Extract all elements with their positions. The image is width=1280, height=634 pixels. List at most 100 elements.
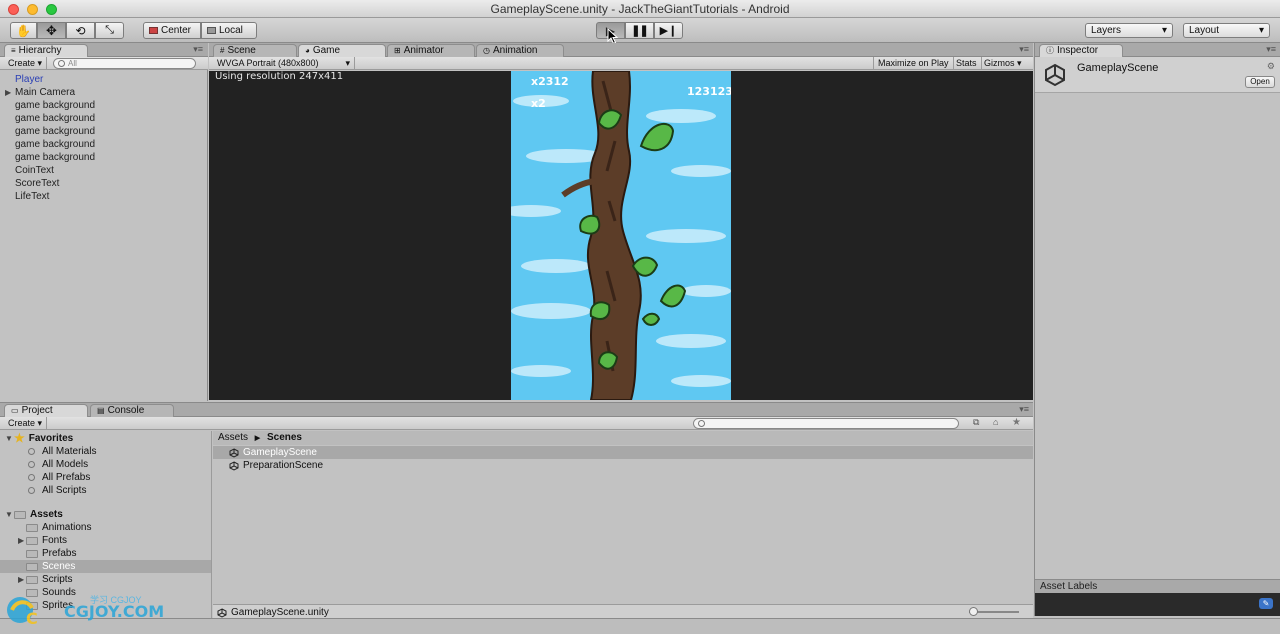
unity-scene-icon [1045,63,1065,87]
rotate-tool-button[interactable]: ⟲ [66,22,95,39]
unity-scene-icon [229,460,239,471]
pivot-space-toggle[interactable]: Local [201,22,257,39]
coin-count-text: x2312 [531,75,569,88]
breadcrumb-scenes[interactable]: Scenes [267,432,302,443]
project-create-button[interactable]: Create ▾ [4,417,48,430]
folder-scenes[interactable]: Scenes [26,560,75,573]
hierarchy-item-score-text[interactable]: ScoreText [15,177,59,190]
layers-dropdown[interactable]: Layers ▾ [1085,23,1173,38]
folder-label: Scripts [42,574,73,585]
hierarchy-create-button[interactable]: Create ▾ [4,57,48,70]
tab-hierarchy[interactable]: ≡ Hierarchy [4,44,88,57]
hierarchy-item-coin-text[interactable]: CoinText [15,164,54,177]
hierarchy-item-life-text[interactable]: LifeText [15,190,49,203]
hierarchy-tabstrip: ≡ Hierarchy ▾≡ [0,43,208,57]
tab-animation[interactable]: ◷ Animation [476,44,564,57]
tab-scene[interactable]: # Scene [213,44,297,57]
game-viewport[interactable]: Using resolution 247x411 x2312 x2 123123 [209,71,1033,400]
step-button[interactable]: ▶❙ [654,22,683,39]
slider-handle[interactable] [969,607,978,616]
move-tool-button[interactable]: ✥ [37,22,66,39]
scale-tool-button[interactable]: ⤡ [95,22,124,39]
folder-prefabs[interactable]: Prefabs [26,547,76,560]
hierarchy-item-player[interactable]: Player [15,73,43,86]
file-gameplay-scene[interactable]: GameplayScene [229,446,317,459]
tab-label: Project [21,405,53,416]
selected-file-highlight [213,446,1033,459]
console-icon: ▤ [97,406,105,415]
assets-node[interactable]: Assets [14,508,63,521]
stats-label: Stats [956,58,977,68]
favorite-all-materials[interactable]: All Materials [28,445,96,458]
inspector-tabstrip: ⓘ Inspector ▾≡ [1035,43,1280,57]
file-label: GameplayScene [243,447,317,458]
panel-menu-icon[interactable]: ▾≡ [193,44,203,55]
panel-menu-icon[interactable]: ▾≡ [1019,404,1029,415]
favorite-all-scripts[interactable]: All Scripts [28,484,86,497]
breadcrumb: Assets ▶ Scenes [213,431,1033,445]
life-count-text: x2 [531,97,546,110]
favorite-all-prefabs[interactable]: All Prefabs [28,471,90,484]
unity-scene-icon [217,607,227,618]
stats-toggle[interactable]: Stats [952,57,982,70]
expand-arrow-icon[interactable]: ▶ [18,575,24,584]
collapse-arrow-icon[interactable]: ▼ [5,510,13,519]
project-search-input[interactable] [693,418,959,429]
panel-menu-icon[interactable]: ▾≡ [1266,44,1276,55]
tab-inspector[interactable]: ⓘ Inspector [1039,44,1123,57]
filter-type-icon[interactable]: ⧉ [973,417,979,428]
folder-label: Scenes [42,561,76,572]
file-preparation-scene[interactable]: PreparationScene [229,459,323,472]
search-placeholder: All [68,59,77,68]
folder-label: Fonts [42,535,68,546]
inspector-panel: ⓘ Inspector ▾≡ GameplayScene ⚙ Open Asse… [1034,43,1280,616]
aspect-ratio-dropdown[interactable]: WVGA Portrait (480x800) ▾ [213,57,355,70]
filter-label-icon[interactable]: ⌂ [993,417,998,427]
maximize-on-play-toggle[interactable]: Maximize on Play [873,57,954,70]
hand-tool-button[interactable]: ✋ [10,22,37,39]
folder-fonts[interactable]: Fonts [26,534,67,547]
folder-animations[interactable]: Animations [26,521,91,534]
favorite-all-models[interactable]: All Models [28,458,88,471]
project-tabstrip: ▭ Project ▤ Console ▾≡ [0,403,1033,417]
hierarchy-item-game-background[interactable]: game background [15,99,95,112]
tag-label-icon[interactable]: ✎ [1259,598,1273,609]
layout-dropdown[interactable]: Layout ▾ [1183,23,1270,38]
hierarchy-item-main-camera[interactable]: Main Camera [15,86,75,99]
pause-button[interactable]: ❚❚ [625,22,654,39]
folder-scripts[interactable]: Scripts [26,573,73,586]
hierarchy-item-game-background[interactable]: game background [15,138,95,151]
tab-console[interactable]: ▤ Console [90,404,174,417]
tab-project[interactable]: ▭ Project [4,404,88,417]
step-icon: ▶❙ [659,25,678,37]
hierarchy-list-icon: ≡ [11,46,16,55]
favorite-label: All Models [42,459,89,470]
hierarchy-item-game-background[interactable]: game background [15,112,95,125]
expand-arrow-icon[interactable]: ▶ [18,536,24,545]
breadcrumb-assets[interactable]: Assets [218,432,248,443]
aspect-label: WVGA Portrait (480x800) [217,58,319,68]
pivot-center-toggle[interactable]: Center [143,22,201,39]
tab-game[interactable]: ◕ Game [298,44,386,57]
search-magnifier-icon [28,448,35,455]
hierarchy-search-input[interactable]: All [53,58,196,69]
folder-icon [26,575,38,584]
icon-size-slider[interactable] [969,607,1019,616]
tab-animator[interactable]: ⊞ Animator [387,44,475,57]
hierarchy-item-game-background[interactable]: game background [15,125,95,138]
collapse-arrow-icon[interactable]: ▼ [5,434,13,443]
favorite-star-icon[interactable]: ★ [1012,417,1021,428]
open-button[interactable]: Open [1245,76,1275,88]
hierarchy-item-game-background[interactable]: game background [15,151,95,164]
dropdown-caret-icon: ▾ [1161,25,1167,36]
settings-gear-icon[interactable]: ⚙ [1267,61,1275,72]
expand-arrow-icon[interactable]: ▶ [5,88,11,97]
game-view-toolbar: WVGA Portrait (480x800) ▾ Maximize on Pla… [209,57,1033,70]
svg-text:C: C [26,609,38,626]
panel-menu-icon[interactable]: ▾≡ [1019,44,1029,55]
hierarchy-subbar: Create ▾ All [0,57,208,70]
search-magnifier-icon [28,487,35,494]
favorites-node[interactable]: ★ Favorites [14,432,73,445]
pause-icon: ❚❚ [631,25,648,37]
gizmos-dropdown[interactable]: Gizmos ▾ [980,57,1026,70]
